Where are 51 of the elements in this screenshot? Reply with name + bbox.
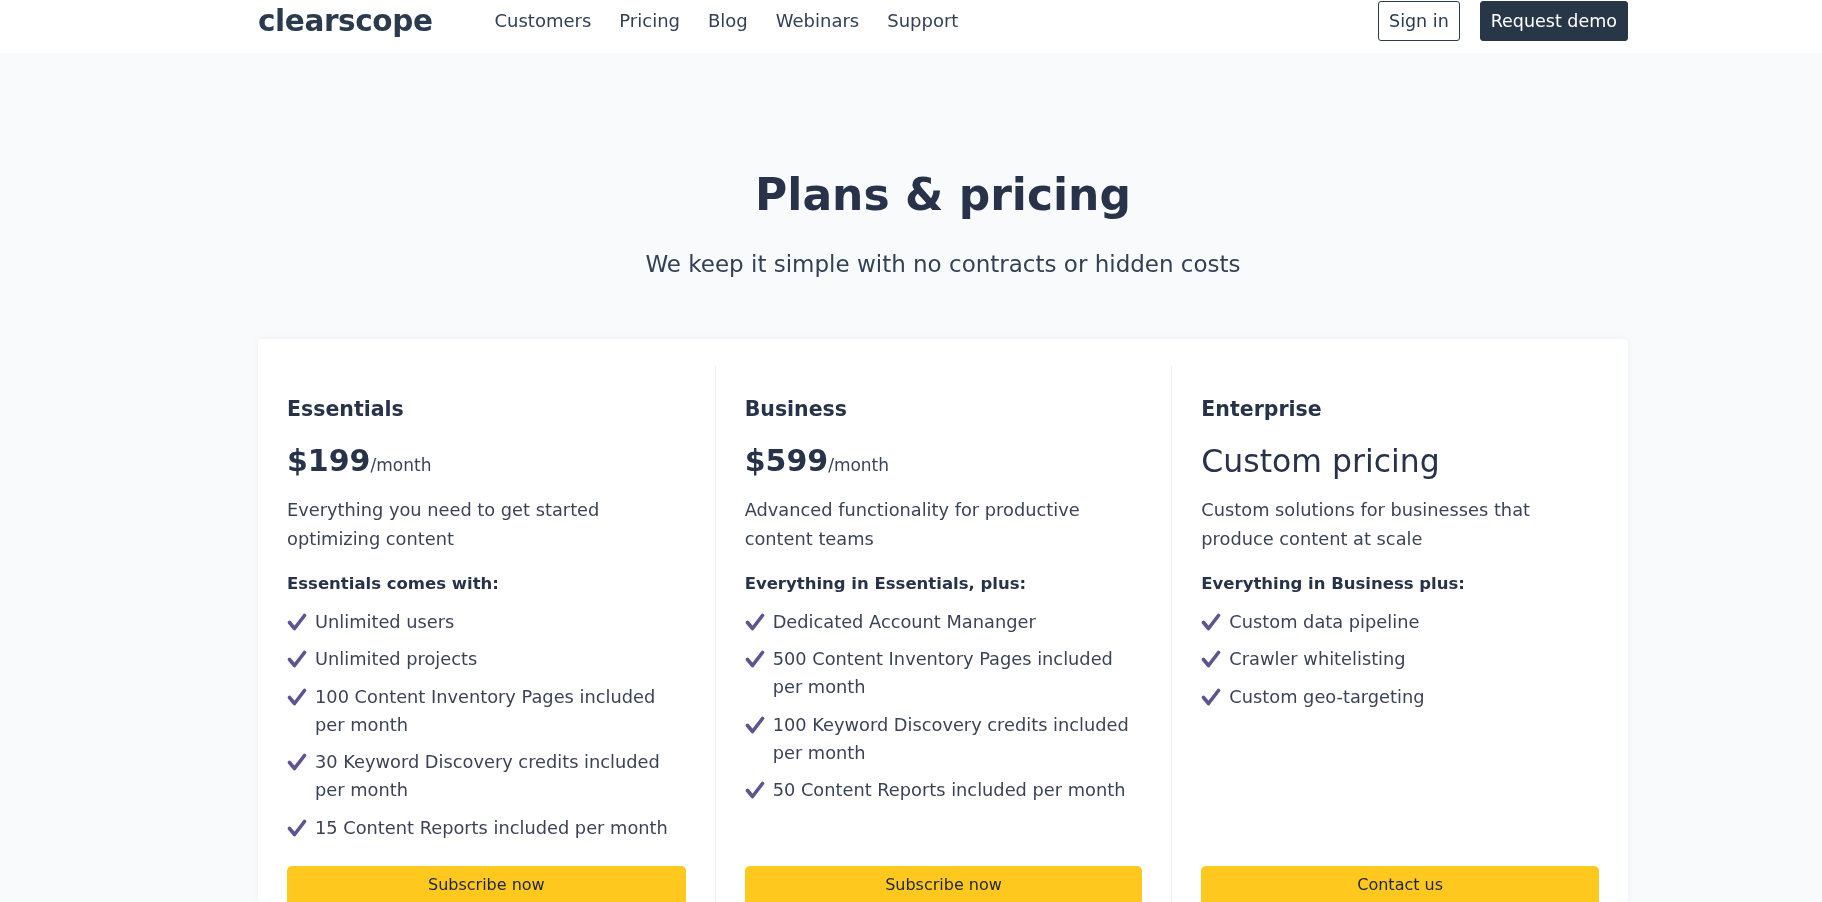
plan-price: $199 [287,443,371,478]
plan-price: $599 [744,443,829,478]
request-demo-button[interactable]: Request demo [1479,1,1628,41]
plan-name: Business [744,396,848,423]
cta-button[interactable]: Subscribe now [287,866,686,902]
check-icon [744,715,765,734]
feature-text: 100 Content Inventory Pages included per month [315,684,657,737]
sign-in-button[interactable]: Sign in [1378,1,1460,41]
feature-text: Unlimited projects [315,647,478,671]
nav-link[interactable]: Pricing [619,9,680,33]
check-icon [287,650,307,668]
cta-button[interactable]: Contact us [1201,866,1599,902]
check-icon [287,818,307,837]
feature-text: 15 Content Reports included per month [315,815,668,840]
feature-text: Dedicated Account Mananger [772,609,1036,634]
plan-price: Custom pricing [1201,442,1441,481]
feature-text: 30 Keyword Discovery credits included per month [315,750,661,802]
plan-description: Advanced functionality for productive content teams [744,498,1081,551]
feature-text: 100 Keyword Discovery credits included per month [772,712,1130,765]
logo[interactable]: clearscope [258,3,433,39]
check-icon [744,650,765,668]
nav-link[interactable]: Blog [708,9,748,33]
nav-link[interactable]: Customers [494,9,592,33]
nav-link[interactable]: Support [887,9,959,33]
check-icon [287,687,307,706]
check-icon [744,612,765,631]
check-icon [744,781,765,799]
nav-link[interactable]: Webinars [775,9,860,33]
feature-text: Unlimited users [315,609,455,634]
check-icon [1201,650,1222,668]
feature-text: Custom data pipeline [1229,609,1420,634]
page-subtitle: We keep it simple with no contracts or hidden costs [644,250,1242,278]
feature-text: 500 Content Inventory Pages included per month [772,647,1114,699]
plan-name: Enterprise [1201,396,1323,423]
price-period: /month [370,455,432,475]
feature-text: Crawler whitelisting [1229,647,1406,671]
features-heading: Everything in Essentials, plus: [744,573,1028,595]
plan-description: Everything you need to get started optimizing content [287,498,601,551]
features-heading: Essentials comes with: [287,573,500,595]
features-heading: Everything in Business plus: [1201,573,1466,595]
price-period: /month [828,455,890,475]
page-title: Plans & pricing [754,168,1132,222]
check-icon [1201,612,1222,631]
check-icon [1201,687,1222,706]
cta-button[interactable]: Subscribe now [744,866,1143,902]
plan-name: Essentials [287,396,405,423]
feature-text: Custom geo-targeting [1229,684,1425,709]
check-icon [287,612,307,631]
check-icon [287,753,307,771]
feature-text: 50 Content Reports included per month [772,778,1126,802]
plan-description: Custom solutions for businesses that produce content at scale [1201,498,1531,551]
